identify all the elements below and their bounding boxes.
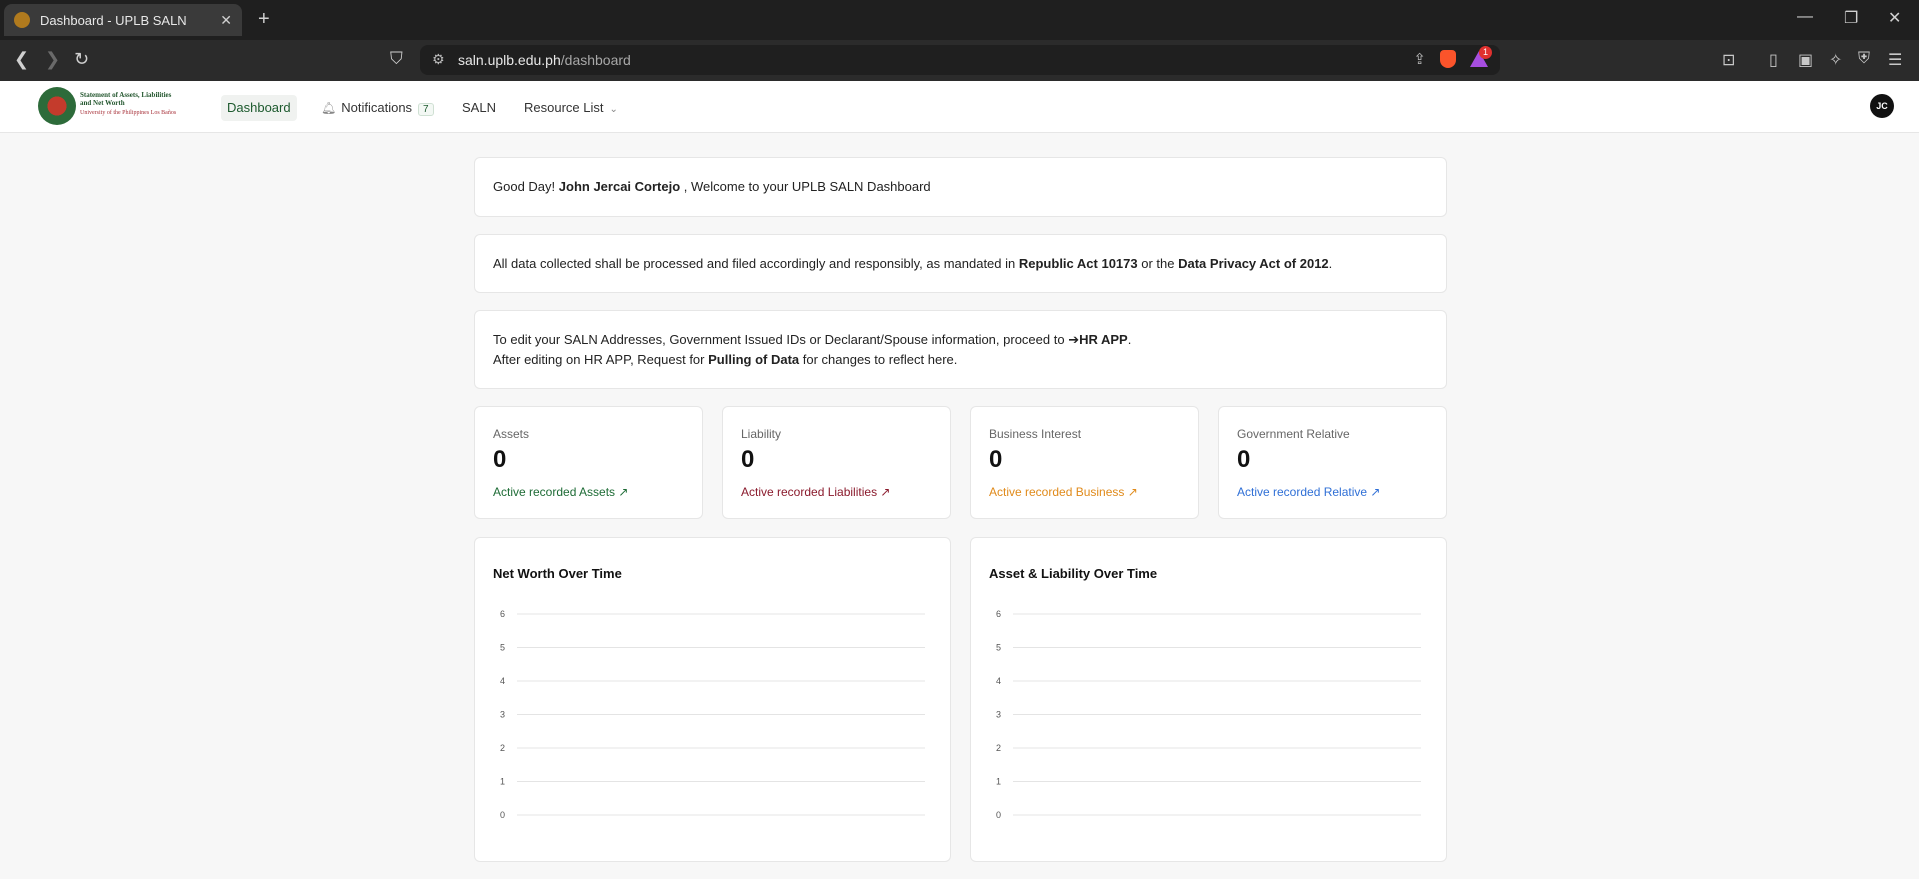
privacy-notice-card: All data collected shall be processed an…	[474, 234, 1447, 293]
browser-toolbar: ❮ ❯ ↻ ⛉ ⚙ saln.uplb.edu.ph/dashboard ⇪ 1…	[0, 40, 1919, 81]
wallet-icon[interactable]: ▣	[1798, 50, 1813, 70]
user-name: John Jercai Cortejo	[558, 179, 681, 194]
y-tick-label: 4	[996, 676, 1001, 686]
reload-icon[interactable]: ↻	[74, 49, 89, 70]
stat-label: Government Relative	[1237, 427, 1350, 441]
rewards-badge: 1	[1479, 46, 1492, 59]
forward-icon[interactable]: ❯	[45, 49, 60, 70]
stat-card-assets[interactable]: Assets 0 Active recorded Assets ↗	[474, 406, 703, 519]
y-tick-label: 4	[500, 676, 505, 686]
nav-resource-list-label: Resource List	[524, 100, 604, 115]
tab-title: Dashboard - UPLB SALN	[40, 12, 187, 28]
greeting-message: Good Day! John Jercai Cortejo , Welcome …	[493, 179, 931, 194]
chart-title: Asset & Liability Over Time	[989, 566, 1158, 581]
y-tick-label: 0	[996, 810, 1001, 820]
nav-dashboard[interactable]: Dashboard	[221, 95, 297, 121]
trending-up-icon: ↗	[1127, 485, 1138, 499]
nav-saln[interactable]: SALN	[456, 95, 502, 121]
y-tick-label: 1	[500, 777, 505, 787]
y-tick-label: 6	[996, 609, 1001, 619]
trending-up-icon: ↗	[618, 485, 629, 499]
address-bar[interactable]: ⚙ saln.uplb.edu.ph/dashboard ⇪ 1	[420, 45, 1500, 75]
site-settings-icon[interactable]: ⚙	[432, 51, 445, 68]
stat-footer: Active recorded Relative ↗	[1237, 485, 1381, 499]
bell-icon: 🔔︎	[321, 101, 337, 115]
sidebar-icon[interactable]: ▯	[1769, 50, 1778, 70]
logo-subtitle: University of the Philippines Los Baños	[80, 110, 177, 116]
stat-label: Business Interest	[989, 427, 1082, 441]
privacy-notice-text: All data collected shall be processed an…	[493, 256, 1333, 271]
y-tick-label: 2	[500, 743, 505, 753]
y-tick-label: 3	[500, 710, 505, 720]
minimize-icon[interactable]: —	[1797, 8, 1813, 26]
hr-notice-text: To edit your SALN Addresses, Government …	[493, 332, 1132, 367]
new-tab-icon[interactable]: +	[258, 8, 270, 31]
y-tick-label: 5	[500, 643, 505, 653]
restore-icon[interactable]: ❐	[1844, 8, 1858, 28]
bookmark-icon[interactable]: ⛉	[390, 49, 403, 69]
vpn-icon[interactable]: ⛨	[1858, 50, 1870, 68]
y-tick-label: 6	[500, 609, 505, 619]
net-worth-chart-card: Net Worth Over Time 0 1 2 3 4 5 6	[474, 537, 951, 862]
nav-resource-list[interactable]: Resource List ⌄	[518, 95, 624, 121]
notifications-count-badge: 7	[418, 103, 434, 116]
chart-title: Net Worth Over Time	[493, 566, 622, 581]
brave-shields-icon[interactable]	[1440, 50, 1456, 68]
search-tab-icon[interactable]: ⊡	[1722, 50, 1735, 70]
trending-up-icon: ↗	[880, 485, 891, 499]
hr-app-link[interactable]: ➔HR APP	[1068, 332, 1128, 347]
menu-icon[interactable]: ☰	[1888, 50, 1902, 70]
y-tick-label: 0	[500, 810, 505, 820]
window-close-icon[interactable]: ✕	[1888, 8, 1901, 28]
y-tick-label: 3	[996, 710, 1001, 720]
close-icon[interactable]: ✕	[220, 12, 232, 29]
stat-value: 0	[741, 446, 755, 473]
chevron-down-icon: ⌄	[609, 104, 618, 115]
y-tick-label: 1	[996, 777, 1001, 787]
trending-up-icon: ↗	[1370, 485, 1381, 499]
user-avatar[interactable]: JC	[1870, 94, 1894, 118]
logo-title: Statement of Assets, Liabilities and Net…	[80, 91, 172, 107]
browser-tab[interactable]: Dashboard - UPLB SALN ✕	[4, 4, 242, 36]
nav-notifications-label: Notifications	[341, 100, 413, 115]
stat-value: 0	[493, 446, 507, 473]
up-seal-logo[interactable]	[38, 87, 76, 125]
net-worth-chart: 0 1 2 3 4 5 6	[500, 609, 925, 820]
stat-value: 0	[989, 446, 1003, 473]
url-text[interactable]: saln.uplb.edu.ph/dashboard	[458, 52, 631, 68]
stat-label: Liability	[741, 427, 782, 441]
asset-liability-chart: 0 1 2 3 4 5 6	[996, 609, 1421, 820]
stat-footer: Active recorded Business ↗	[989, 485, 1138, 499]
stat-value: 0	[1237, 446, 1251, 473]
stat-card-business-interest[interactable]: Business Interest 0 Active recorded Busi…	[970, 406, 1199, 519]
browser-tab-bar: Dashboard - UPLB SALN ✕ + — ❐ ✕	[0, 0, 1919, 40]
share-icon[interactable]: ⇪	[1413, 50, 1426, 68]
y-tick-label: 2	[996, 743, 1001, 753]
y-tick-label: 5	[996, 643, 1001, 653]
stat-footer: Active recorded Assets ↗	[493, 485, 629, 499]
hr-notice-card: To edit your SALN Addresses, Government …	[474, 310, 1447, 389]
asset-liability-chart-card: Asset & Liability Over Time 0 1 2 3 4 5 6	[970, 537, 1447, 862]
back-icon[interactable]: ❮	[14, 49, 29, 70]
stat-label: Assets	[493, 427, 530, 441]
greeting-card: Good Day! John Jercai Cortejo , Welcome …	[474, 157, 1447, 217]
favicon-icon	[14, 12, 30, 28]
app-header: Statement of Assets, Liabilities and Net…	[0, 81, 1919, 133]
stat-card-government-relative[interactable]: Government Relative 0 Active recorded Re…	[1218, 406, 1447, 519]
nav-notifications[interactable]: 🔔︎ Notifications 7	[315, 95, 440, 121]
leo-ai-icon[interactable]: ✧	[1829, 50, 1842, 70]
stat-footer: Active recorded Liabilities ↗	[741, 485, 891, 499]
stat-card-liability[interactable]: Liability 0 Active recorded Liabilities …	[722, 406, 951, 519]
